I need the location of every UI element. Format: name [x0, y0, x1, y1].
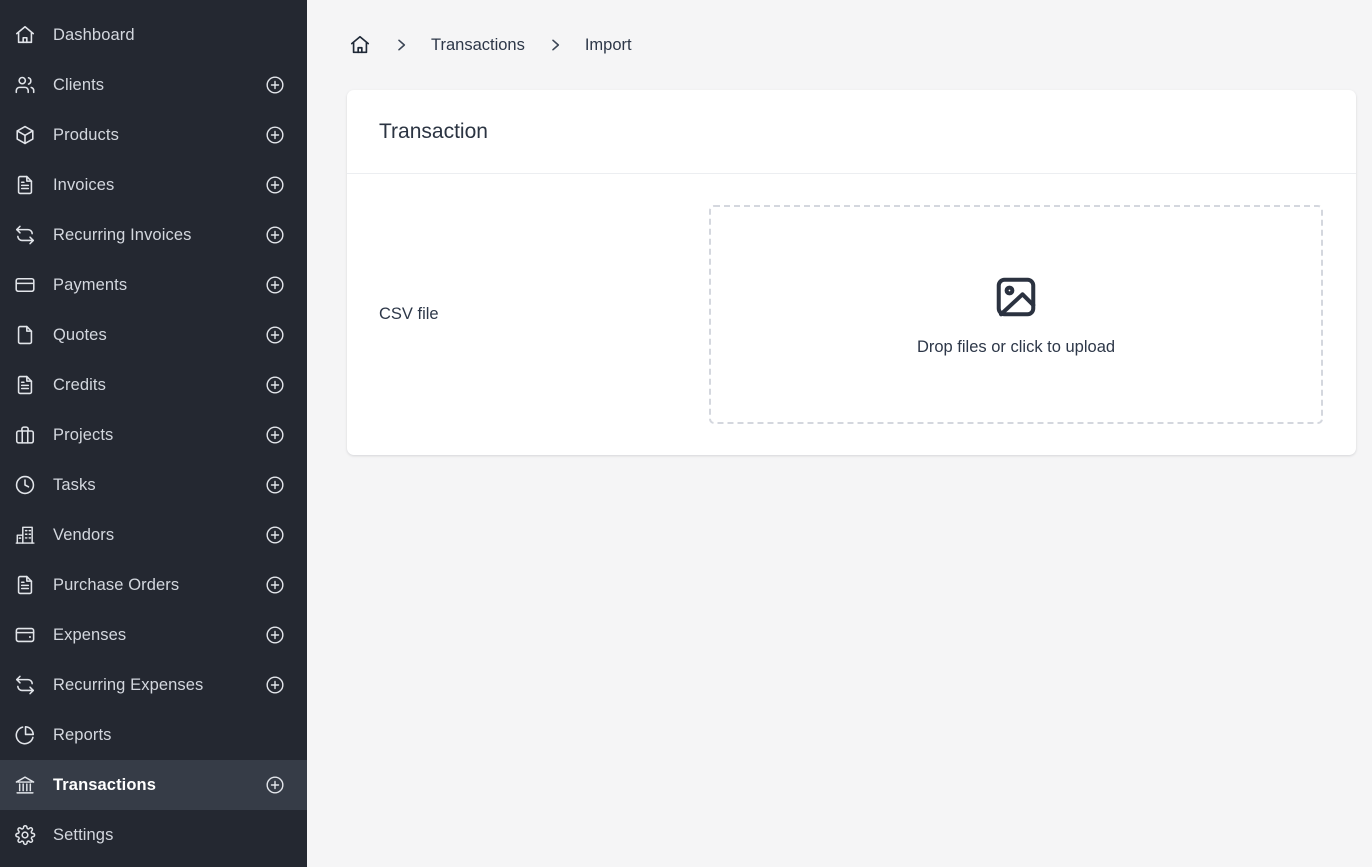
sidebar-item-label: Expenses: [53, 625, 127, 644]
sidebar-item-label: Purchase Orders: [53, 575, 180, 594]
sidebar-item-label: Payments: [53, 275, 128, 294]
plus-circle-icon[interactable]: [265, 425, 285, 445]
clock-icon: [14, 474, 36, 496]
sidebar-item-label: Reports: [53, 725, 112, 744]
pie-chart-icon: [14, 724, 36, 746]
sidebar-item-reports[interactable]: Reports: [0, 710, 307, 760]
sidebar: Dashboard Clients Products Invoices Recurrin…: [0, 0, 307, 867]
plus-circle-icon[interactable]: [265, 75, 285, 95]
chevron-right-icon: [392, 36, 410, 54]
app-root: Dashboard Clients Products Invoices Recurrin…: [0, 0, 1372, 867]
briefcase-icon: [14, 424, 36, 446]
bank-icon: [14, 774, 36, 796]
image-icon: [992, 273, 1040, 321]
sidebar-item-purchase-orders[interactable]: Purchase Orders: [0, 560, 307, 610]
home-icon[interactable]: [349, 34, 371, 56]
sidebar-item-label: Quotes: [53, 325, 107, 344]
wallet-icon: [14, 624, 36, 646]
refresh-icon: [14, 224, 36, 246]
gear-icon: [14, 824, 36, 846]
sidebar-item-dashboard[interactable]: Dashboard: [0, 10, 307, 60]
plus-circle-icon[interactable]: [265, 775, 285, 795]
sidebar-item-settings[interactable]: Settings: [0, 810, 307, 860]
file-icon: [14, 324, 36, 346]
sidebar-item-recurring-expenses[interactable]: Recurring Expenses: [0, 660, 307, 710]
sidebar-item-label: Projects: [53, 425, 114, 444]
box-icon: [14, 124, 36, 146]
card-body: CSV file Drop files or click to upload: [347, 174, 1356, 455]
breadcrumb: Transactions Import: [307, 0, 1372, 90]
csv-file-label: CSV file: [379, 305, 439, 323]
sidebar-item-label: Vendors: [53, 525, 115, 544]
sidebar-item-label: Invoices: [53, 175, 115, 194]
sidebar-item-label: Products: [53, 125, 119, 144]
sidebar-item-credits[interactable]: Credits: [0, 360, 307, 410]
sidebar-item-invoices[interactable]: Invoices: [0, 160, 307, 210]
card-header: Transaction: [347, 90, 1356, 174]
users-icon: [14, 74, 36, 96]
page-title: Transaction: [379, 119, 488, 143]
sidebar-item-label: Recurring Expenses: [53, 675, 204, 694]
plus-circle-icon[interactable]: [265, 525, 285, 545]
sidebar-item-label: Transactions: [53, 775, 156, 794]
plus-circle-icon[interactable]: [265, 275, 285, 295]
credit-card-icon: [14, 274, 36, 296]
sidebar-item-transactions[interactable]: Transactions: [0, 760, 307, 810]
sidebar-item-payments[interactable]: Payments: [0, 260, 307, 310]
chevron-right-icon: [546, 36, 564, 54]
dropzone-instruction: Drop files or click to upload: [916, 337, 1116, 356]
plus-circle-icon[interactable]: [265, 325, 285, 345]
plus-circle-icon[interactable]: [265, 475, 285, 495]
plus-circle-icon[interactable]: [265, 575, 285, 595]
sidebar-item-products[interactable]: Products: [0, 110, 307, 160]
transaction-import-card: Transaction CSV file Drop files or click…: [347, 90, 1356, 455]
file-text-icon: [14, 374, 36, 396]
sidebar-item-projects[interactable]: Projects: [0, 410, 307, 460]
sidebar-item-quotes[interactable]: Quotes: [0, 310, 307, 360]
sidebar-item-tasks[interactable]: Tasks: [0, 460, 307, 510]
sidebar-item-clients[interactable]: Clients: [0, 60, 307, 110]
plus-circle-icon[interactable]: [265, 375, 285, 395]
breadcrumb-item-import[interactable]: Import: [585, 36, 632, 55]
csv-file-dropzone[interactable]: Drop files or click to upload: [709, 205, 1323, 424]
sidebar-item-vendors[interactable]: Vendors: [0, 510, 307, 560]
plus-circle-icon[interactable]: [265, 625, 285, 645]
building-icon: [14, 524, 36, 546]
sidebar-item-label: Dashboard: [53, 25, 135, 44]
home-icon: [14, 24, 36, 46]
plus-circle-icon[interactable]: [265, 175, 285, 195]
sidebar-item-label: Settings: [53, 825, 114, 844]
plus-circle-icon[interactable]: [265, 225, 285, 245]
plus-circle-icon[interactable]: [265, 675, 285, 695]
sidebar-item-label: Recurring Invoices: [53, 225, 192, 244]
sidebar-item-label: Credits: [53, 375, 106, 394]
file-text-icon: [14, 174, 36, 196]
sidebar-item-recurring-invoices[interactable]: Recurring Invoices: [0, 210, 307, 260]
plus-circle-icon[interactable]: [265, 125, 285, 145]
file-text-icon: [14, 574, 36, 596]
sidebar-item-label: Tasks: [53, 475, 96, 494]
refresh-icon: [14, 674, 36, 696]
main-content: Transactions Import Transaction CSV file: [307, 0, 1372, 867]
sidebar-item-label: Clients: [53, 75, 105, 94]
sidebar-item-expenses[interactable]: Expenses: [0, 610, 307, 660]
breadcrumb-item-transactions[interactable]: Transactions: [431, 36, 525, 55]
